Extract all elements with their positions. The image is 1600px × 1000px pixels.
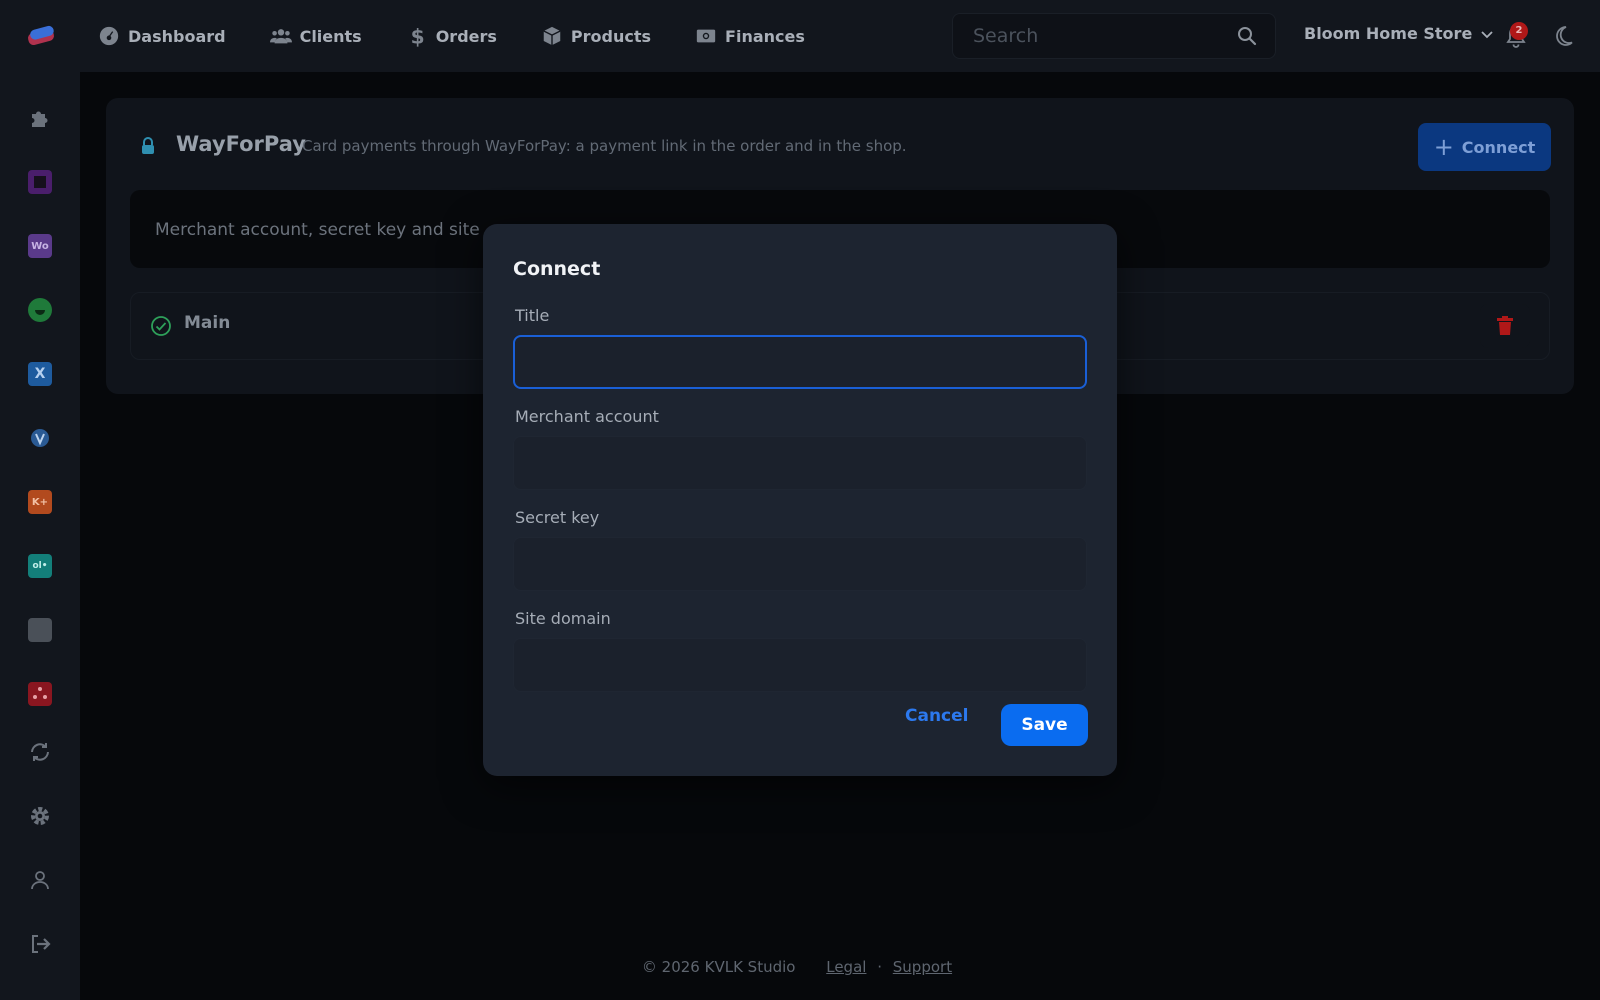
puzzle-icon[interactable] (28, 106, 52, 130)
nav-item-label: Dashboard (128, 26, 226, 46)
ol-app-label: ol• (32, 561, 48, 571)
nav-item-label: Products (570, 26, 652, 46)
connect-dialog: Connect Title Merchant account Secret ke… (483, 224, 1117, 776)
top-bar: Dashboard Clients $ Orders Products Fina… (0, 0, 1600, 72)
user-icon[interactable] (28, 868, 52, 892)
red-app-icon[interactable] (28, 682, 52, 706)
secret-key-label: Secret key (515, 508, 600, 527)
sync-icon[interactable] (28, 740, 52, 764)
notification-badge: 2 (1510, 22, 1528, 40)
dollar-icon: $ (410, 25, 424, 47)
trash-icon (1497, 316, 1513, 335)
integration-title: WayForPay (176, 132, 306, 156)
sidebar: Wo X K+ ol• (0, 72, 80, 1000)
site-domain-field-wrap (513, 638, 1087, 692)
lock-icon (142, 137, 154, 154)
nav-item-clients[interactable]: Clients (269, 25, 362, 47)
users-icon (269, 29, 292, 44)
k-plus-app-label: K+ (31, 496, 49, 508)
dialog-title: Connect (513, 258, 601, 280)
site-domain-label: Site domain (515, 609, 611, 628)
svg-text:$: $ (410, 25, 424, 47)
x-app-label: X (34, 366, 46, 382)
nav-item-label: Finances (725, 26, 805, 46)
check-circle-icon (151, 316, 171, 336)
box-icon (543, 26, 561, 46)
merchant-account-field-wrap (513, 436, 1087, 490)
woo-icon[interactable]: Wo (28, 234, 52, 258)
square-app-icon[interactable] (28, 170, 52, 194)
support-link[interactable]: Support (893, 958, 952, 976)
merchant-account-label: Merchant account (515, 407, 659, 426)
chevron-down-icon (1481, 30, 1493, 38)
legal-link[interactable]: Legal (826, 958, 866, 976)
connect-button-label: Connect (1461, 137, 1536, 157)
footer-separator: · (877, 958, 882, 976)
search-box (952, 13, 1276, 59)
title-field-wrap (513, 335, 1087, 389)
site-domain-input[interactable] (514, 639, 1086, 691)
plus-icon: + (1433, 133, 1454, 161)
connect-button[interactable]: + Connect (1418, 123, 1551, 171)
delete-button[interactable] (1480, 304, 1530, 348)
copyright: © 2026 KVLK Studio (641, 958, 796, 976)
info-text: Merchant account, secret key and site (155, 220, 480, 240)
ol-app-icon[interactable]: ol• (28, 554, 52, 578)
logout-icon[interactable] (28, 932, 52, 956)
cancel-button[interactable]: Cancel (905, 706, 968, 726)
smile-app-icon[interactable] (28, 298, 52, 322)
nav-item-label: Orders (435, 26, 497, 46)
shield-app-icon[interactable] (28, 426, 52, 450)
woo-icon-label: Wo (31, 240, 49, 252)
search-input[interactable] (973, 14, 1233, 58)
moon-icon[interactable] (1552, 25, 1574, 47)
footer: © 2026 KVLK Studio Legal · Support (0, 958, 1600, 976)
nav-item-label: Clients (299, 26, 362, 46)
connection-name: Main (184, 313, 231, 333)
main-nav: Dashboard Clients $ Orders Products Fina… (98, 0, 849, 72)
store-selector[interactable]: Bloom Home Store (1304, 24, 1494, 43)
nav-item-dashboard[interactable]: Dashboard (98, 25, 226, 47)
nav-item-finances[interactable]: Finances (695, 25, 805, 47)
nav-item-orders[interactable]: $ Orders (406, 25, 497, 47)
secret-key-field-wrap (513, 537, 1087, 591)
title-input[interactable] (515, 337, 1085, 387)
title-label: Title (515, 306, 550, 325)
app-logo-icon[interactable] (26, 24, 56, 48)
save-button[interactable]: Save (1001, 704, 1088, 746)
nav-item-products[interactable]: Products (541, 25, 651, 47)
integration-subtitle: Card payments through WayForPay: a payme… (302, 137, 907, 155)
k-plus-app-icon[interactable]: K+ (28, 490, 52, 514)
gray-app-icon[interactable] (28, 618, 52, 642)
merchant-account-input[interactable] (514, 437, 1086, 489)
gear-icon[interactable] (28, 804, 52, 828)
secret-key-input[interactable] (514, 538, 1086, 590)
money-icon (696, 29, 716, 43)
gauge-icon (99, 26, 119, 46)
search-icon[interactable] (1237, 26, 1257, 46)
store-name: Bloom Home Store (1304, 24, 1473, 43)
x-app-icon[interactable]: X (28, 362, 52, 386)
